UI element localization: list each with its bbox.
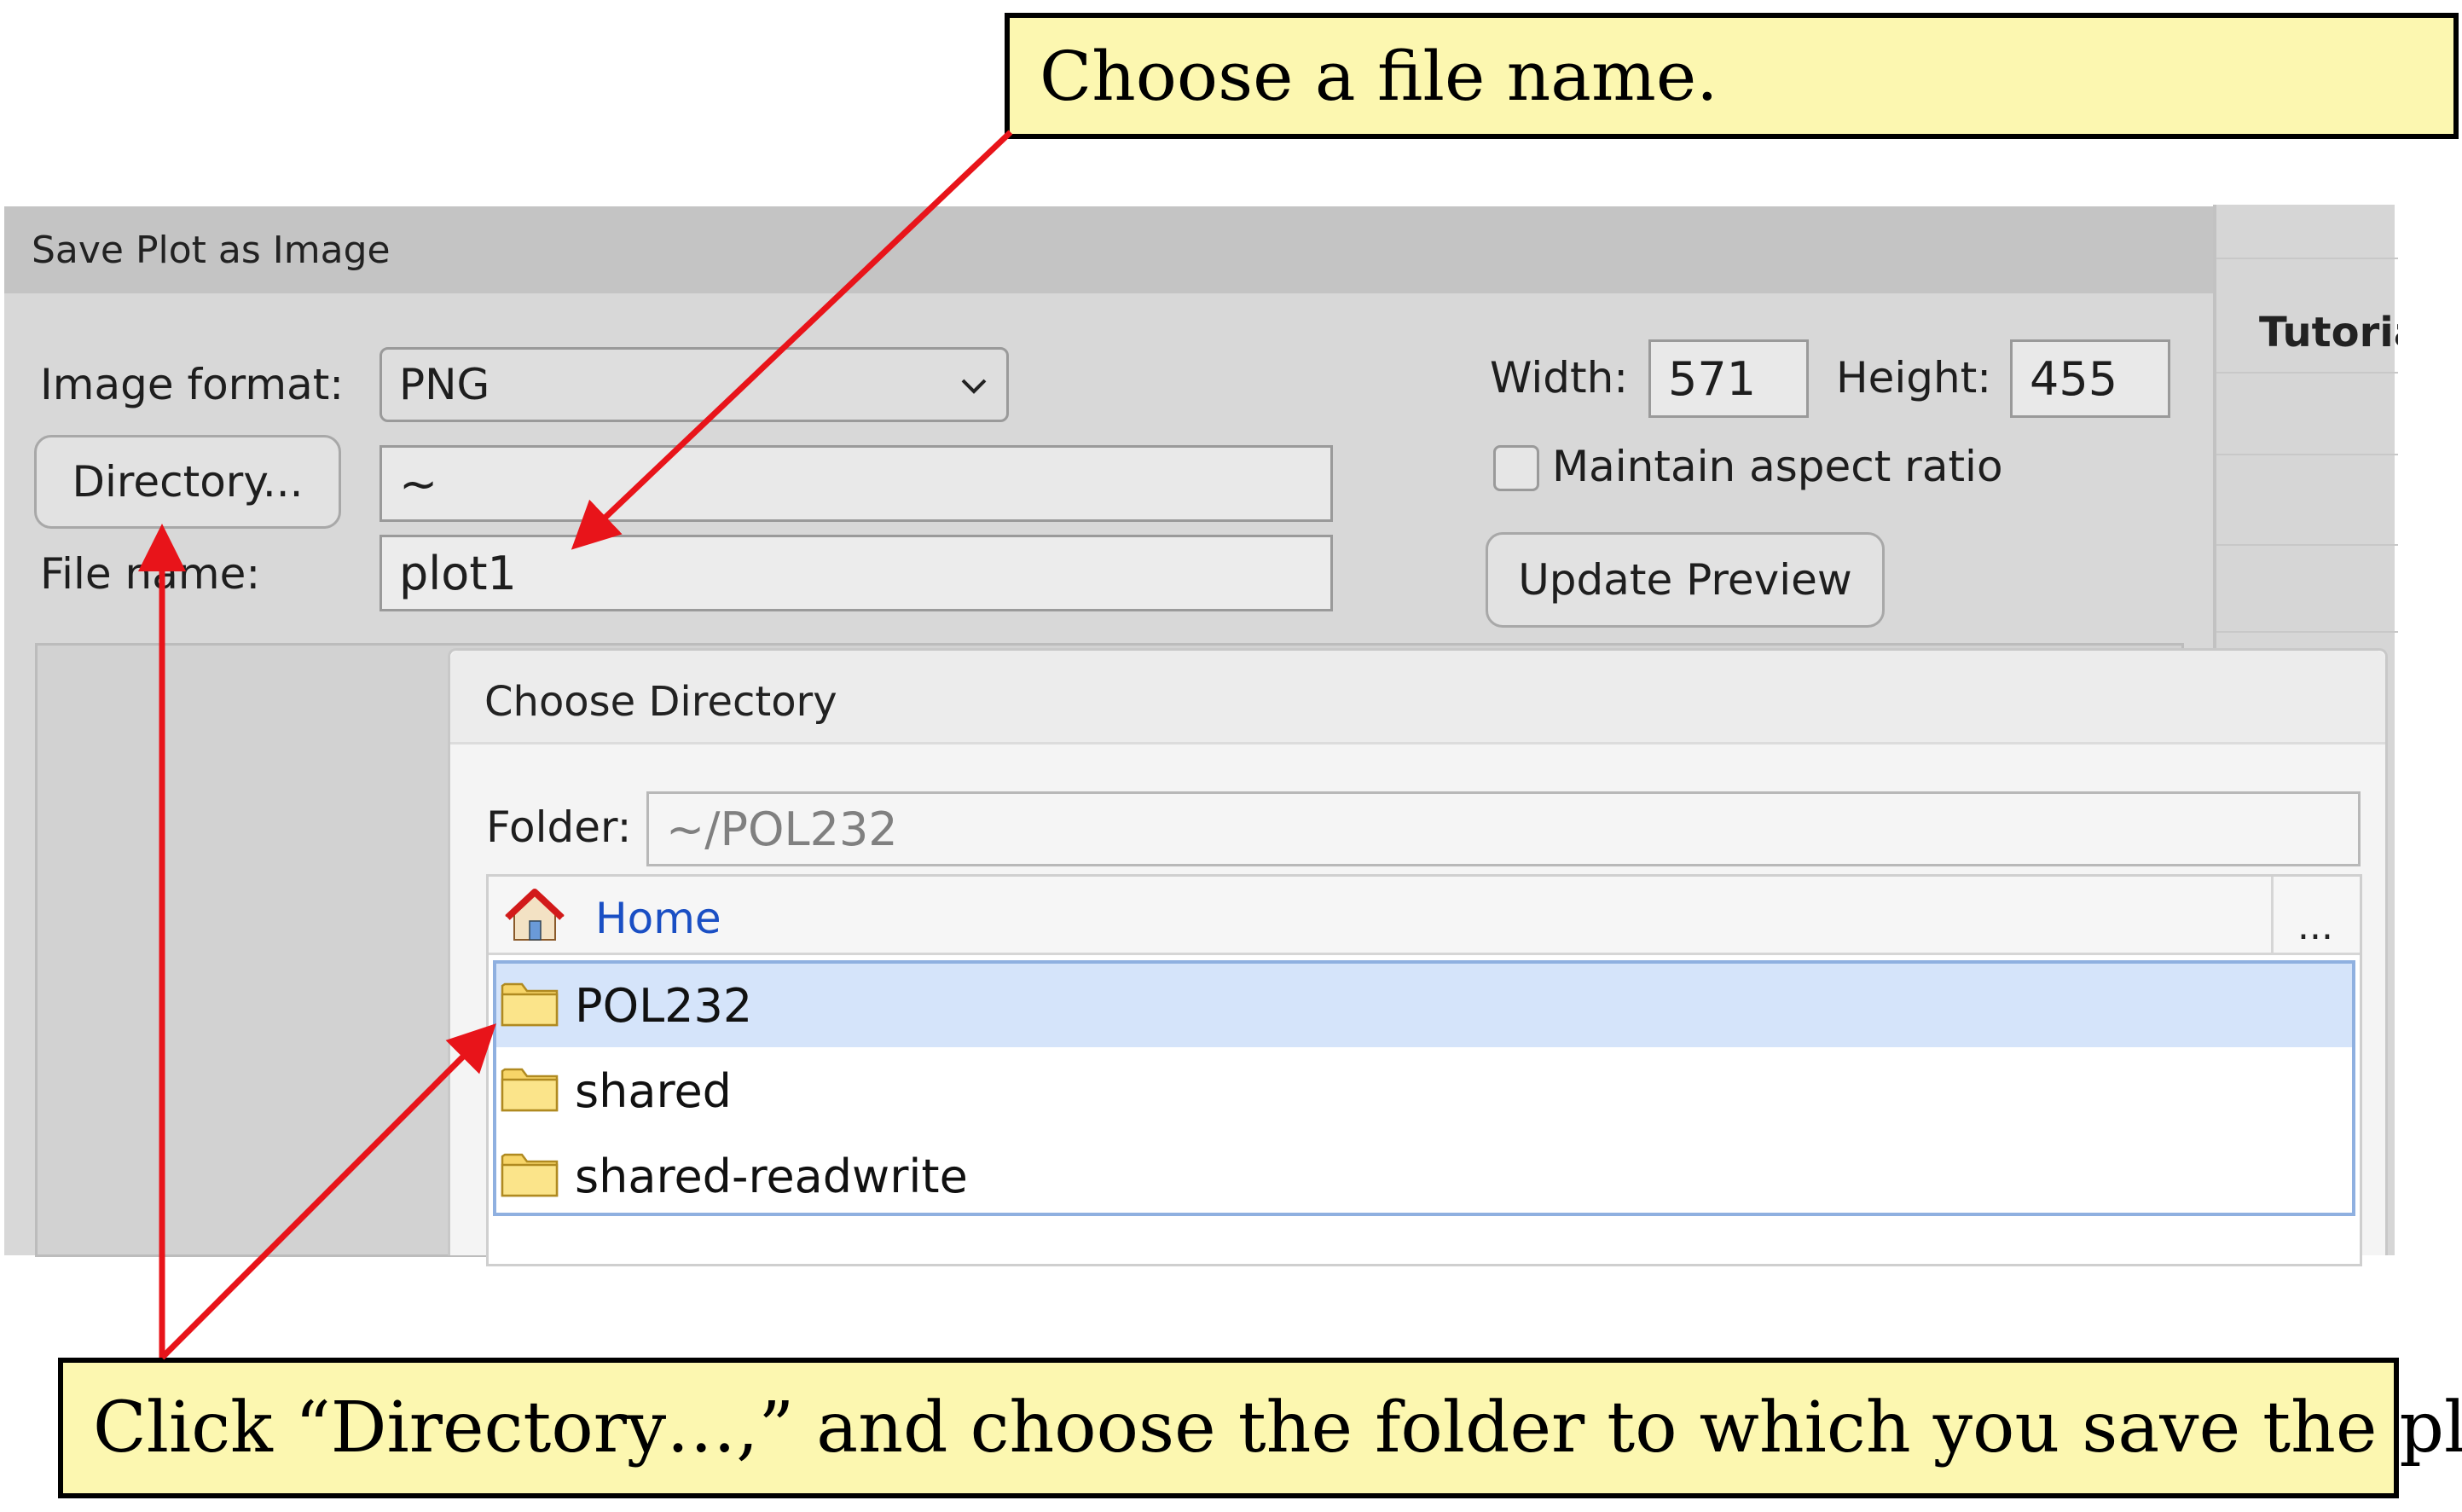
folder-name: shared-readwrite <box>575 1150 968 1203</box>
width-input[interactable]: 571 <box>1648 339 1809 418</box>
chevron-down-icon <box>961 379 987 394</box>
panel-divider <box>2216 544 2398 546</box>
file-name-label: File name: <box>40 549 261 599</box>
directory-button[interactable]: Directory... <box>34 435 341 529</box>
home-icon <box>505 889 565 941</box>
panel-divider <box>2216 454 2398 455</box>
folder-label: Folder: <box>486 802 632 852</box>
folder-icon <box>501 1068 559 1112</box>
tutorial-tab[interactable]: Tutorial <box>2259 309 2398 356</box>
panel-divider <box>2216 372 2398 374</box>
image-format-select[interactable]: PNG <box>379 347 1009 422</box>
image-format-value: PNG <box>399 360 490 409</box>
directory-list: Home ... POL232 shared shared-readwrite <box>486 874 2362 1266</box>
annotation-choose-directory: Click “Directory…,” and choose the folde… <box>58 1358 2462 1498</box>
folder-name: shared <box>575 1064 732 1118</box>
folder-icon <box>501 1153 559 1197</box>
home-link[interactable]: Home <box>595 894 721 943</box>
folder-row-shared-readwrite[interactable]: shared-readwrite <box>496 1134 2352 1218</box>
folder-path-field: ~/POL232 <box>646 791 2361 866</box>
dialog-title: Save Plot as Image <box>32 229 391 272</box>
dialog-title: Choose Directory <box>484 678 837 726</box>
width-label: Width: <box>1490 353 1629 403</box>
dialog-titlebar: Save Plot as Image <box>4 206 2213 293</box>
directory-path-field: ~ <box>379 445 1333 522</box>
dialog-titlebar: Choose Directory <box>450 651 2385 744</box>
annotation-choose-file-name: Choose a file name. <box>1005 13 2459 139</box>
panel-divider <box>2216 258 2398 259</box>
panel-divider <box>2216 631 2398 633</box>
more-options-button[interactable]: ... <box>2271 877 2360 955</box>
maintain-aspect-label: Maintain aspect ratio <box>1552 442 2003 491</box>
maintain-aspect-checkbox[interactable] <box>1493 445 1539 491</box>
folder-rows: POL232 shared shared-readwrite <box>493 960 2355 1216</box>
folder-row-pol232[interactable]: POL232 <box>496 964 2352 1047</box>
height-input[interactable]: 455 <box>2010 339 2170 418</box>
list-header: Home ... <box>489 877 2360 955</box>
folder-row-shared[interactable]: shared <box>496 1049 2352 1133</box>
height-label: Height: <box>1836 353 1992 403</box>
folder-name: POL232 <box>575 979 753 1033</box>
folder-icon <box>501 982 559 1027</box>
update-preview-button[interactable]: Update Preview <box>1486 532 1885 628</box>
choose-directory-dialog: Choose Directory Folder: ~/POL232 Home .… <box>448 648 2388 1266</box>
file-name-input[interactable]: plot1 <box>379 535 1333 611</box>
image-format-label: Image format: <box>40 360 345 409</box>
